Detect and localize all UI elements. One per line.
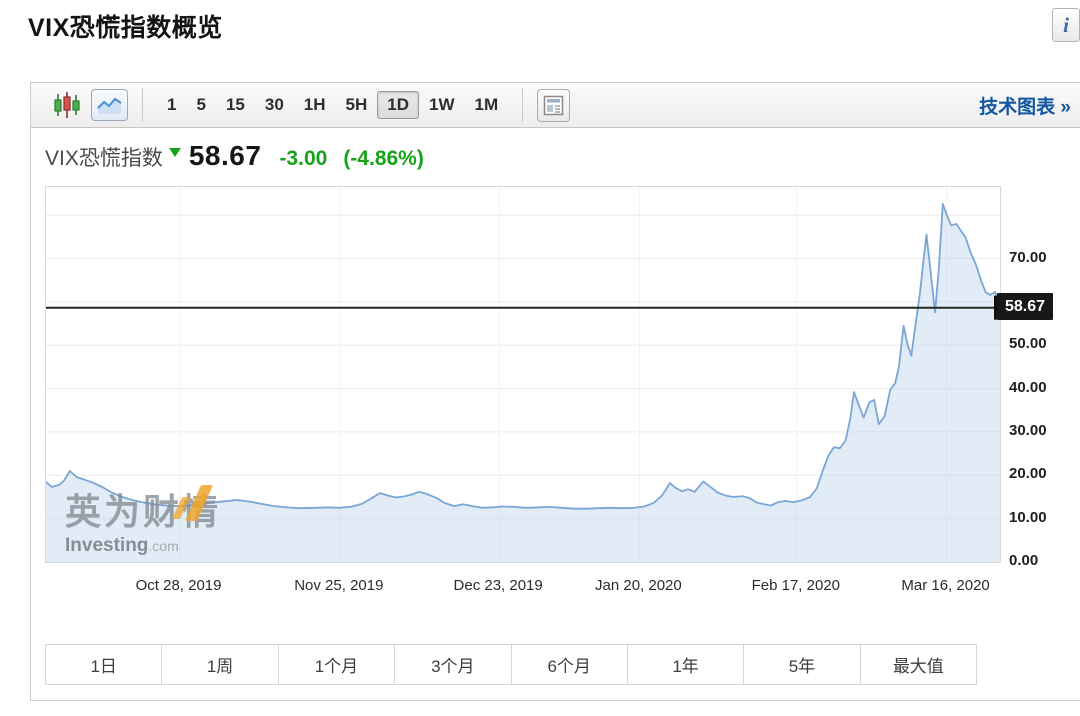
quote-header: VIX恐慌指数 58.67 -3.00 (-4.86%)	[45, 140, 440, 172]
interval-15[interactable]: 15	[216, 91, 255, 119]
interval-5h[interactable]: 5H	[336, 91, 378, 119]
interval-1m[interactable]: 1M	[464, 91, 508, 119]
candlestick-chart-icon[interactable]	[53, 91, 81, 119]
interval-30[interactable]: 30	[255, 91, 294, 119]
arrow-down-icon	[169, 148, 181, 157]
chart-plot-area[interactable]	[45, 186, 1001, 563]
y-tick-label: 70.00	[1009, 249, 1079, 266]
y-tick-label: 30.00	[1009, 422, 1079, 439]
y-tick-label: 50.00	[1009, 335, 1079, 352]
x-tick-label: Oct 28, 2019	[114, 577, 244, 594]
range-button-3[interactable]: 3个月	[394, 645, 510, 684]
last-price: 58.67	[189, 140, 262, 172]
page-title: VIX恐慌指数概览	[28, 8, 223, 44]
interval-1w[interactable]: 1W	[419, 91, 465, 119]
instrument-name: VIX恐慌指数	[45, 142, 163, 172]
toolbar-divider	[522, 88, 523, 122]
x-tick-label: Mar 16, 2020	[881, 577, 1011, 594]
range-button-6[interactable]: 5年	[743, 645, 859, 684]
range-selector: 1日1周1个月3个月6个月1年5年最大值	[45, 644, 977, 685]
x-tick-label: Nov 25, 2019	[274, 577, 404, 594]
line-chart-icon[interactable]	[91, 89, 128, 121]
price-change-percent: (-4.86%)	[343, 147, 424, 171]
news-panel-icon[interactable]	[537, 89, 570, 122]
y-tick-label: 10.00	[1009, 509, 1079, 526]
range-button-2[interactable]: 1个月	[278, 645, 394, 684]
interval-list: 1515301H5H1D1W1M	[157, 91, 508, 119]
info-icon[interactable]: i	[1052, 8, 1080, 42]
y-tick-label: 20.00	[1009, 465, 1079, 482]
range-button-4[interactable]: 6个月	[511, 645, 627, 684]
price-change: -3.00	[279, 147, 327, 171]
interval-5[interactable]: 5	[186, 91, 215, 119]
x-tick-label: Feb 17, 2020	[731, 577, 861, 594]
interval-1d[interactable]: 1D	[377, 91, 419, 119]
x-tick-label: Dec 23, 2019	[433, 577, 563, 594]
interval-1h[interactable]: 1H	[294, 91, 336, 119]
range-button-1[interactable]: 1周	[161, 645, 277, 684]
current-price-badge: 58.67	[997, 293, 1053, 320]
range-button-5[interactable]: 1年	[627, 645, 743, 684]
interval-1[interactable]: 1	[157, 91, 186, 119]
y-tick-label: 0.00	[1009, 552, 1079, 569]
toolbar-divider	[142, 88, 143, 122]
chart-toolbar: 1515301H5H1D1W1M 技术图表 »	[31, 83, 1080, 128]
x-tick-label: Jan 20, 2020	[573, 577, 703, 594]
technical-chart-link[interactable]: 技术图表 »	[979, 92, 1071, 119]
y-tick-label: 40.00	[1009, 379, 1079, 396]
chart-widget: 1515301H5H1D1W1M 技术图表 » VIX恐慌指数 58.67 -3…	[30, 82, 1080, 701]
range-button-0[interactable]: 1日	[46, 645, 161, 684]
range-button-7[interactable]: 最大值	[860, 645, 976, 684]
